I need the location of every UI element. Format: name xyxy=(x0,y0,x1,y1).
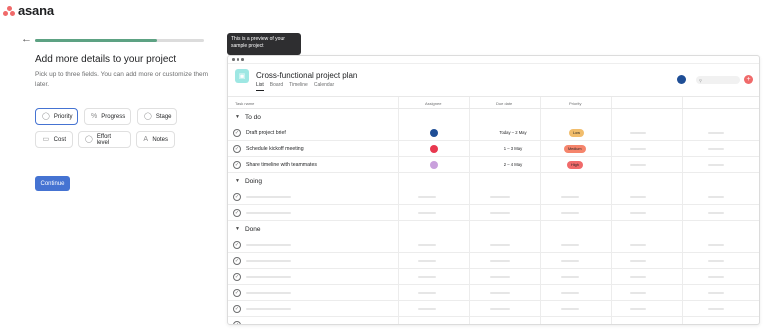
task-due-date: 2 – 4 May xyxy=(503,162,523,167)
preview-tooltip: This is a preview of your sample project xyxy=(227,33,301,58)
field-option-label: Cost xyxy=(53,136,66,143)
project-header: ▣ Cross-functional project plan List Boa… xyxy=(228,64,759,97)
caret-down-icon: ▼ xyxy=(235,226,240,232)
field-option-cost[interactable]: ▭ Cost xyxy=(35,131,73,148)
tab-timeline[interactable]: Timeline xyxy=(289,82,308,91)
onboarding-progress-fill xyxy=(35,39,157,42)
tab-calendar[interactable]: Calendar xyxy=(314,82,334,91)
project-icon: ▣ xyxy=(235,69,249,83)
section-to-do[interactable]: ▼ To do xyxy=(228,109,759,125)
checkmark-circle-icon: ✓ xyxy=(233,257,241,265)
priority-badge: Medium xyxy=(564,145,586,153)
avatar xyxy=(430,145,438,153)
text-icon: A xyxy=(143,135,148,143)
section-title: Done xyxy=(244,225,261,233)
checkmark-circle-icon: ✓ xyxy=(233,193,241,201)
preview-window-dots xyxy=(228,56,759,64)
priority-badge: Low xyxy=(569,129,584,137)
placeholder-task-row: ✓ xyxy=(228,189,759,205)
section-done[interactable]: ▼ Done xyxy=(228,221,759,237)
placeholder-task-row: ✓ xyxy=(228,237,759,253)
column-header-task-name: Task name xyxy=(235,101,255,106)
section-doing[interactable]: ▼ Doing xyxy=(228,173,759,189)
section-title: To do xyxy=(244,113,261,121)
checkmark-circle-icon[interactable]: ✓ xyxy=(233,145,241,153)
placeholder-task-row: ✓ xyxy=(228,317,759,324)
priority-badge: High xyxy=(567,161,583,169)
search-input[interactable]: ⚲ xyxy=(696,76,740,84)
tab-list[interactable]: List xyxy=(256,82,264,91)
percent-icon: % xyxy=(91,112,98,120)
placeholder-task-row: ✓ xyxy=(228,301,759,317)
field-option-label: Stage xyxy=(155,113,172,120)
task-row[interactable]: ✓ Share timeline with teammates 2 – 4 Ma… xyxy=(228,157,759,173)
task-list: ▼ To do ✓ Draft project brief Today – 2 … xyxy=(228,109,759,324)
dropdown-circle-icon: ◯ xyxy=(144,112,152,120)
field-option-notes[interactable]: A Notes xyxy=(136,131,175,148)
section-title: Doing xyxy=(244,177,262,185)
check-circle-icon: ◯ xyxy=(42,112,50,120)
column-header-assignee: Assignee xyxy=(425,101,442,106)
money-icon: ▭ xyxy=(42,135,50,143)
project-tabs: List Board Timeline Calendar xyxy=(256,82,334,91)
checkmark-circle-icon: ✓ xyxy=(233,321,241,324)
field-option-progress[interactable]: % Progress xyxy=(84,108,131,125)
placeholder-task-row: ✓ xyxy=(228,253,759,269)
continue-button[interactable]: Continue xyxy=(35,176,70,191)
field-option-label: Progress xyxy=(101,113,126,120)
task-table-header: Task name Assignee Due date Priority xyxy=(228,97,759,109)
task-name: Schedule kickoff meeting xyxy=(246,146,304,152)
field-option-priority[interactable]: ◯ Priority xyxy=(35,108,78,125)
caret-down-icon: ▼ xyxy=(235,114,240,120)
column-header-priority: Priority xyxy=(569,101,582,106)
placeholder-task-row: ✓ xyxy=(228,205,759,221)
task-row[interactable]: ✓ Schedule kickoff meeting 1 – 3 May Med… xyxy=(228,141,759,157)
onboarding-progress-bar xyxy=(35,39,204,42)
caret-down-icon: ▼ xyxy=(235,178,240,184)
checkmark-circle-icon[interactable]: ✓ xyxy=(233,161,241,169)
task-name: Draft project brief xyxy=(246,130,286,136)
checkmark-circle-icon: ✓ xyxy=(233,209,241,217)
column-header-due-date: Due date xyxy=(496,101,513,106)
asana-logo-icon xyxy=(3,5,15,16)
checkmark-circle-icon[interactable]: ✓ xyxy=(233,129,241,137)
project-preview: ▣ Cross-functional project plan List Boa… xyxy=(227,55,760,325)
checkmark-circle-icon: ✓ xyxy=(233,273,241,281)
placeholder-task-row: ✓ xyxy=(228,269,759,285)
placeholder-task-row: ✓ xyxy=(228,285,759,301)
tab-board[interactable]: Board xyxy=(270,82,283,91)
field-option-stage[interactable]: ◯ Stage xyxy=(137,108,177,125)
avatar xyxy=(430,129,438,137)
checkmark-circle-icon: ✓ xyxy=(233,289,241,297)
checkmark-circle-icon: ✓ xyxy=(233,305,241,313)
task-due-date: Today – 2 May xyxy=(499,130,527,135)
task-due-date: 1 – 3 May xyxy=(503,146,523,151)
avatar xyxy=(677,75,686,84)
field-option-label: Effort level xyxy=(96,133,112,146)
field-option-label: Priority xyxy=(53,113,73,120)
project-title: Cross-functional project plan xyxy=(256,71,358,80)
field-option-label: Notes xyxy=(152,136,168,143)
asana-wordmark: asana xyxy=(18,3,54,18)
back-arrow-icon[interactable]: ← xyxy=(21,34,32,45)
checkmark-circle-icon: ✓ xyxy=(233,241,241,249)
page-subtitle: Pick up to three fields. You can add mor… xyxy=(35,71,209,88)
onboarding-screen: asana ← Add more details to your project… xyxy=(0,0,768,331)
task-name: Share timeline with teammates xyxy=(246,162,317,168)
page-title: Add more details to your project xyxy=(35,54,177,65)
search-icon: ⚲ xyxy=(699,77,702,83)
asana-logo: asana xyxy=(3,3,54,18)
add-icon[interactable]: + xyxy=(744,75,753,84)
avatar xyxy=(430,161,438,169)
field-option-effort-level[interactable]: ◯ Effort level xyxy=(78,131,131,148)
task-row[interactable]: ✓ Draft project brief Today – 2 May Low xyxy=(228,125,759,141)
number-circle-icon: ◯ xyxy=(85,135,93,143)
